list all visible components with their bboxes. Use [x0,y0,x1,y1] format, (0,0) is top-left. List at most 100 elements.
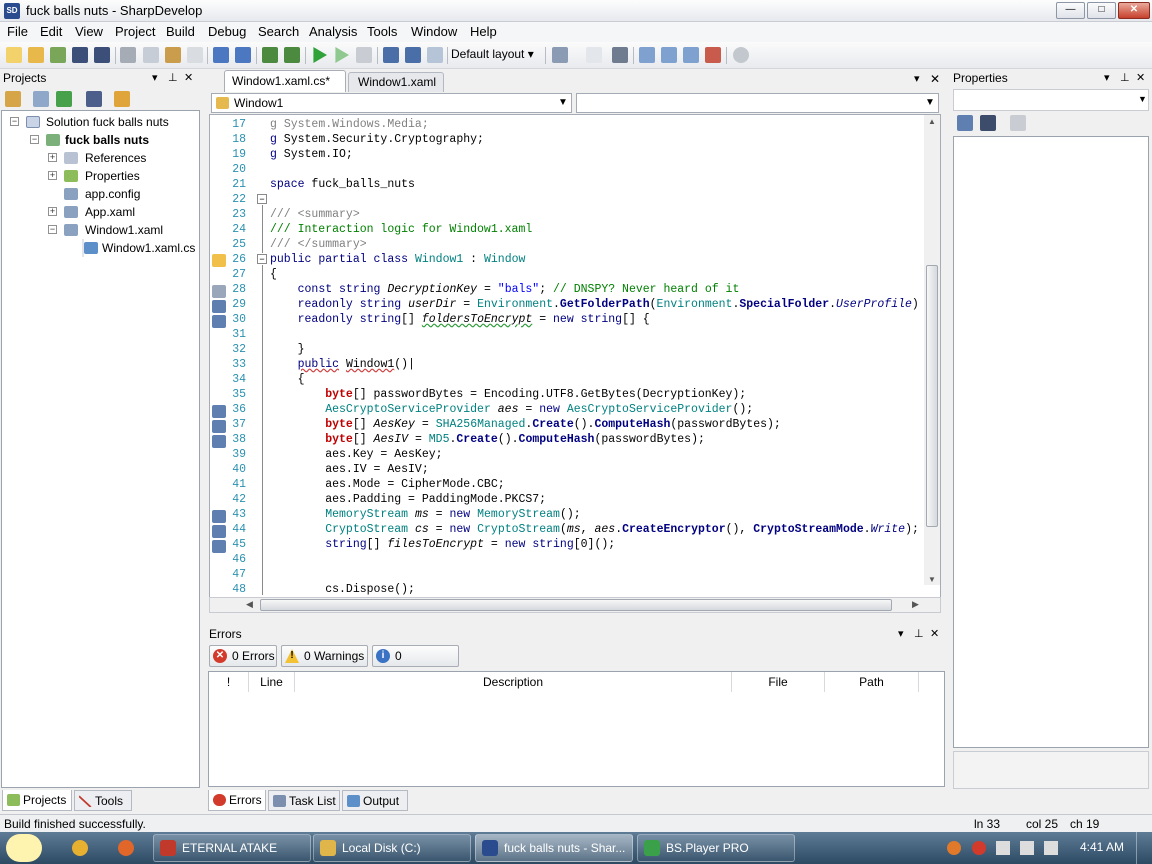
scrollbar-thumb[interactable] [926,265,938,527]
member-marker-icon[interactable] [212,435,226,448]
scrollbar-thumb[interactable] [260,599,892,611]
run-icon[interactable] [313,47,327,63]
pin-icon[interactable]: ⊥ [914,625,924,643]
pad-close-icon[interactable]: ✕ [184,69,193,87]
class-marker-icon[interactable] [212,254,226,267]
toggle-comment-icon[interactable] [612,47,628,63]
member-marker-icon[interactable] [212,285,226,298]
delete-icon[interactable] [187,47,203,63]
pad-close-icon[interactable]: ✕ [1136,69,1145,87]
pad-menu-icon[interactable]: ▾ [1104,69,1110,87]
alphabetical-icon[interactable] [980,115,996,131]
member-marker-icon[interactable] [212,405,226,418]
taskbar-item-bsplayer[interactable]: BS.Player PRO [637,834,795,862]
new-file-icon[interactable] [6,47,22,63]
bookmark-icon[interactable] [586,47,602,63]
cut-icon[interactable] [120,47,136,63]
member-marker-icon[interactable] [212,300,226,313]
show-desktop-button[interactable] [1136,832,1152,864]
tab-list-icon[interactable]: ▾ [914,72,920,85]
pad-menu-icon[interactable]: ▾ [898,625,904,643]
tab-window1-xaml-cs[interactable]: Window1.xaml.cs* × [224,70,365,92]
undo-icon[interactable] [213,47,229,63]
tab-output[interactable]: Output [342,790,408,811]
tray-network-icon[interactable] [1020,841,1034,855]
fold-toggle-icon[interactable]: − [257,194,267,204]
warnings-filter-button[interactable]: ! 0 Warnings [281,645,368,667]
chrome-icon[interactable] [72,840,88,856]
collapse-all-icon[interactable] [5,91,21,107]
member-marker-icon[interactable] [212,315,226,328]
property-pages-icon[interactable] [1010,115,1026,131]
tray-search-icon[interactable] [947,841,961,855]
taskbar-item-sharpdevelop[interactable]: fuck balls nuts - Shar... [475,834,633,862]
member-marker-icon[interactable] [212,540,226,553]
close-button[interactable]: ✕ [1118,2,1150,19]
step-over-icon[interactable] [383,47,399,63]
show-all-files-icon[interactable] [33,91,49,107]
scroll-left-icon[interactable]: ◀ [246,599,253,610]
menu-search[interactable]: Search [258,24,299,39]
bookmark-menu-icon[interactable] [552,47,568,63]
expand-toggle-icon[interactable]: + [48,153,57,162]
open-project-icon[interactable] [50,47,66,63]
taskbar-item-eternal-atake[interactable]: ETERNAL ATAKE [153,834,311,862]
find-icon[interactable] [733,47,749,63]
errors-filter-button[interactable]: ✕ 0 Errors [209,645,277,667]
properties-object-dropdown[interactable]: ▼ [953,89,1149,111]
step-into-icon[interactable] [405,47,421,63]
pad-menu-icon[interactable]: ▾ [152,69,158,87]
member-marker-icon[interactable] [212,525,226,538]
tray-flag-icon[interactable] [996,841,1010,855]
firefox-icon[interactable] [118,840,134,856]
pin-icon[interactable]: ⊥ [1120,69,1130,87]
tab-window1-xaml[interactable]: Window1.xaml [348,72,444,92]
member-marker-icon[interactable] [212,510,226,523]
column-path[interactable]: Path [825,672,919,692]
property-grid[interactable] [953,136,1149,748]
paste-icon[interactable] [165,47,181,63]
tab-tools[interactable]: Tools [74,790,132,811]
class-dropdown[interactable]: Window1 ▼ [211,93,572,113]
project-properties-icon[interactable] [86,91,102,107]
fold-toggle-icon[interactable]: − [257,254,267,264]
bookmark-toggle-icon[interactable] [639,47,655,63]
menu-tools[interactable]: Tools [367,24,397,39]
save-icon[interactable] [72,47,88,63]
member-dropdown[interactable]: ▼ [576,93,939,113]
scroll-up-icon[interactable]: ▲ [928,117,936,126]
tab-task-list[interactable]: Task List [268,790,340,811]
column-line[interactable]: Line [249,672,295,692]
scroll-right-icon[interactable]: ▶ [912,599,919,610]
maximize-button[interactable]: □ [1087,2,1116,19]
refresh-icon[interactable] [56,91,72,107]
menu-view[interactable]: View [75,24,103,39]
expand-toggle-icon[interactable]: + [48,171,57,180]
taskbar-item-local-disk[interactable]: Local Disk (C:) [313,834,471,862]
code-editor[interactable]: 17 18 19 20 21 22 23 24 25 26 27 28 29 30 31 32 33 34 35 36… [209,114,941,598]
collapse-toggle-icon[interactable]: − [10,117,19,126]
menu-edit[interactable]: Edit [40,24,62,39]
column-severity[interactable]: ! [209,672,249,692]
column-file[interactable]: File [732,672,825,692]
build-icon[interactable] [262,47,278,63]
menu-file[interactable]: File [7,24,28,39]
open-containing-folder-icon[interactable] [114,91,130,107]
tab-projects[interactable]: Projects [2,790,72,811]
messages-filter-button[interactable]: i 0 Messages [372,645,459,683]
tray-volume-icon[interactable] [1044,841,1058,855]
menu-analysis[interactable]: Analysis [309,24,357,39]
menu-project[interactable]: Project [115,24,155,39]
horizontal-scrollbar[interactable]: ◀ ▶ [209,597,941,613]
clock[interactable]: 4:41 AM [1080,840,1124,854]
stop-icon[interactable] [356,47,372,63]
run-without-debugger-icon[interactable] [335,47,349,63]
menu-build[interactable]: Build [166,24,195,39]
collapse-toggle-icon[interactable]: − [48,225,57,234]
bookmark-prev-icon[interactable] [661,47,677,63]
save-all-icon[interactable] [94,47,110,63]
vertical-scrollbar[interactable]: ▲ ▼ [924,115,940,585]
copy-icon[interactable] [143,47,159,63]
tree-node-window1-xaml-cs[interactable]: Window1.xaml.cs [82,239,195,257]
tray-no-entry-icon[interactable] [972,841,986,855]
